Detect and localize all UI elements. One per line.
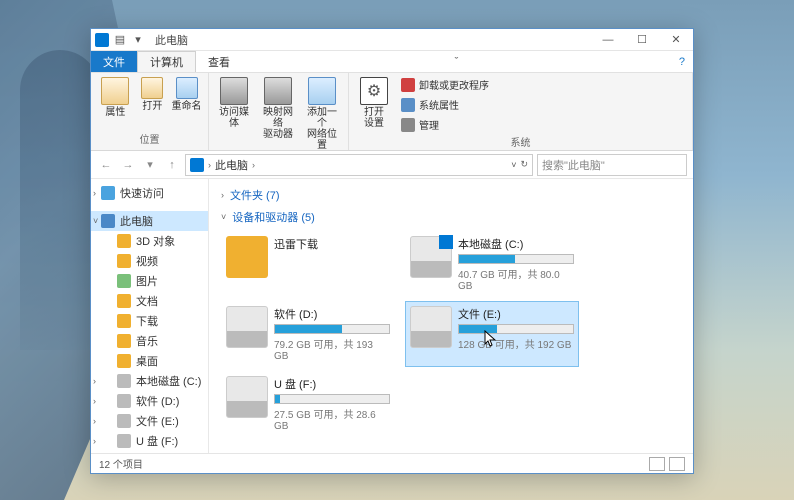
star-icon xyxy=(101,186,115,200)
chevron-down-icon: ˅ xyxy=(221,212,226,222)
explorer-window: ▤ ▾ 此电脑 — ☐ ✕ 文件 计算机 查看 ˇ ? 属性 打开 重命名 位置… xyxy=(90,28,694,474)
add-network-button[interactable]: 添加一个 网络位置 xyxy=(301,75,343,153)
ribbon-group-location: 位置 xyxy=(95,131,204,148)
refresh-icon[interactable]: ↻ xyxy=(520,159,528,170)
sidebar-documents[interactable]: 文档 xyxy=(91,291,208,311)
pc-icon xyxy=(101,214,115,228)
address-bar: ← → ▾ ↑ › 此电脑 › ˅ ↻ 搜索"此电脑" xyxy=(91,151,693,179)
rename-button[interactable]: 重命名 xyxy=(169,75,204,114)
status-bar: 12 个项目 xyxy=(91,453,693,473)
chevron-right-icon: › xyxy=(221,190,224,200)
ribbon-collapse-icon[interactable]: ˇ xyxy=(447,51,467,72)
tab-file[interactable]: 文件 xyxy=(91,51,137,72)
app-icon[interactable] xyxy=(95,33,109,47)
titlebar[interactable]: ▤ ▾ 此电脑 — ☐ ✕ xyxy=(91,29,693,51)
address-input[interactable]: › 此电脑 › ˅ ↻ xyxy=(185,154,533,176)
sidebar-3d-objects[interactable]: 3D 对象 xyxy=(91,231,208,251)
search-placeholder: 搜索"此电脑" xyxy=(542,157,605,173)
status-count: 12 个项目 xyxy=(99,456,143,471)
open-button[interactable]: 打开 xyxy=(138,75,167,114)
access-media-button[interactable]: 访问媒体 xyxy=(213,75,255,131)
usage-bar xyxy=(458,324,574,334)
drive-icon xyxy=(117,394,131,408)
drive-icon xyxy=(117,414,131,428)
drive-icon xyxy=(410,306,452,348)
tile-drive-d[interactable]: 软件 (D:) 79.2 GB 可用，共 193 GB xyxy=(221,301,395,367)
view-details-icon[interactable] xyxy=(649,457,665,471)
folder-icon xyxy=(117,254,131,268)
chevron-right-icon[interactable]: › xyxy=(252,160,255,170)
chevron-down-icon[interactable]: ˅ xyxy=(93,216,98,226)
chevron-right-icon[interactable]: › xyxy=(93,188,96,198)
view-tiles-icon[interactable] xyxy=(669,457,685,471)
tab-computer[interactable]: 计算机 xyxy=(137,51,196,72)
sidebar-desktop[interactable]: 桌面 xyxy=(91,351,208,371)
folder-icon xyxy=(226,236,268,278)
uninstall-button[interactable]: 卸载或更改程序 xyxy=(397,75,493,94)
folder-icon xyxy=(117,354,131,368)
sidebar-this-pc[interactable]: ˅此电脑 xyxy=(91,211,208,231)
sidebar-drive-d[interactable]: ›软件 (D:) xyxy=(91,391,208,411)
drive-icon xyxy=(410,236,452,278)
drive-icon xyxy=(117,434,131,448)
search-input[interactable]: 搜索"此电脑" xyxy=(537,154,687,176)
sidebar-drive-c[interactable]: ›本地磁盘 (C:) xyxy=(91,371,208,391)
tile-drive-e[interactable]: 文件 (E:) 128 GB 可用，共 192 GB xyxy=(405,301,579,367)
nav-up-icon[interactable]: ↑ xyxy=(163,156,181,174)
sidebar-drive-f[interactable]: ›U 盘 (F:) xyxy=(91,431,208,451)
folders-group-header[interactable]: ›文件夹 (7) xyxy=(221,187,681,203)
usage-bar xyxy=(274,394,390,404)
usage-bar xyxy=(274,324,390,334)
sidebar-pictures[interactable]: 图片 xyxy=(91,271,208,291)
close-button[interactable]: ✕ xyxy=(659,29,693,51)
ribbon-tabs: 文件 计算机 查看 ˇ ? xyxy=(91,51,693,73)
folder-icon xyxy=(117,274,131,288)
pc-icon xyxy=(190,158,204,172)
maximize-button[interactable]: ☐ xyxy=(625,29,659,51)
manage-button[interactable]: 管理 xyxy=(397,115,493,134)
sidebar-music[interactable]: 音乐 xyxy=(91,331,208,351)
help-icon[interactable]: ? xyxy=(671,51,693,72)
folder-icon xyxy=(117,334,131,348)
folder-icon xyxy=(117,294,131,308)
tab-view[interactable]: 查看 xyxy=(196,51,242,72)
chevron-right-icon[interactable]: › xyxy=(93,416,96,426)
properties-button[interactable]: 属性 xyxy=(95,75,136,120)
address-segment[interactable]: 此电脑 xyxy=(215,157,248,173)
tile-drive-f[interactable]: U 盘 (F:) 27.5 GB 可用，共 28.6 GB xyxy=(221,371,395,437)
chevron-right-icon[interactable]: › xyxy=(208,160,211,170)
folder-icon xyxy=(117,314,131,328)
nav-recent-icon[interactable]: ▾ xyxy=(141,156,159,174)
tile-xunlei[interactable]: 迅雷下载 xyxy=(221,231,395,297)
chevron-right-icon[interactable]: › xyxy=(93,436,96,446)
sidebar-downloads[interactable]: 下载 xyxy=(91,311,208,331)
content-pane[interactable]: ›文件夹 (7) ˅设备和驱动器 (5) 迅雷下载 本地磁盘 (C:) 40.7… xyxy=(209,179,693,453)
drive-icon xyxy=(117,374,131,388)
chevron-right-icon[interactable]: › xyxy=(93,376,96,386)
nav-forward-icon[interactable]: → xyxy=(119,156,137,174)
folder-icon xyxy=(117,234,131,248)
nav-back-icon[interactable]: ← xyxy=(97,156,115,174)
drives-group-header[interactable]: ˅设备和驱动器 (5) xyxy=(221,209,681,225)
navigation-pane[interactable]: ›快速访问 ˅此电脑 3D 对象 视频 图片 文档 下载 音乐 桌面 ›本地磁盘… xyxy=(91,179,209,453)
map-drive-button[interactable]: 映射网络 驱动器 xyxy=(257,75,299,142)
ribbon-group-system: 系统 xyxy=(353,134,688,151)
sidebar-videos[interactable]: 视频 xyxy=(91,251,208,271)
sidebar-drive-e[interactable]: ›文件 (E:) xyxy=(91,411,208,431)
ribbon: 属性 打开 重命名 位置 访问媒体 映射网络 驱动器 添加一个 网络位置 网络 … xyxy=(91,73,693,151)
sidebar-quick-access[interactable]: ›快速访问 xyxy=(91,183,208,203)
window-title: 此电脑 xyxy=(155,32,188,48)
drive-icon xyxy=(226,306,268,348)
minimize-button[interactable]: — xyxy=(591,29,625,51)
address-dropdown-icon[interactable]: ˅ xyxy=(511,160,516,170)
qat-properties-icon[interactable]: ▤ xyxy=(113,33,127,47)
open-settings-button[interactable]: 打开 设置 xyxy=(353,75,395,131)
drive-icon xyxy=(226,376,268,418)
chevron-right-icon[interactable]: › xyxy=(93,396,96,406)
usage-bar xyxy=(458,254,574,264)
system-properties-button[interactable]: 系统属性 xyxy=(397,95,493,114)
tile-drive-c[interactable]: 本地磁盘 (C:) 40.7 GB 可用，共 80.0 GB xyxy=(405,231,579,297)
qat-dropdown-icon[interactable]: ▾ xyxy=(131,33,145,47)
